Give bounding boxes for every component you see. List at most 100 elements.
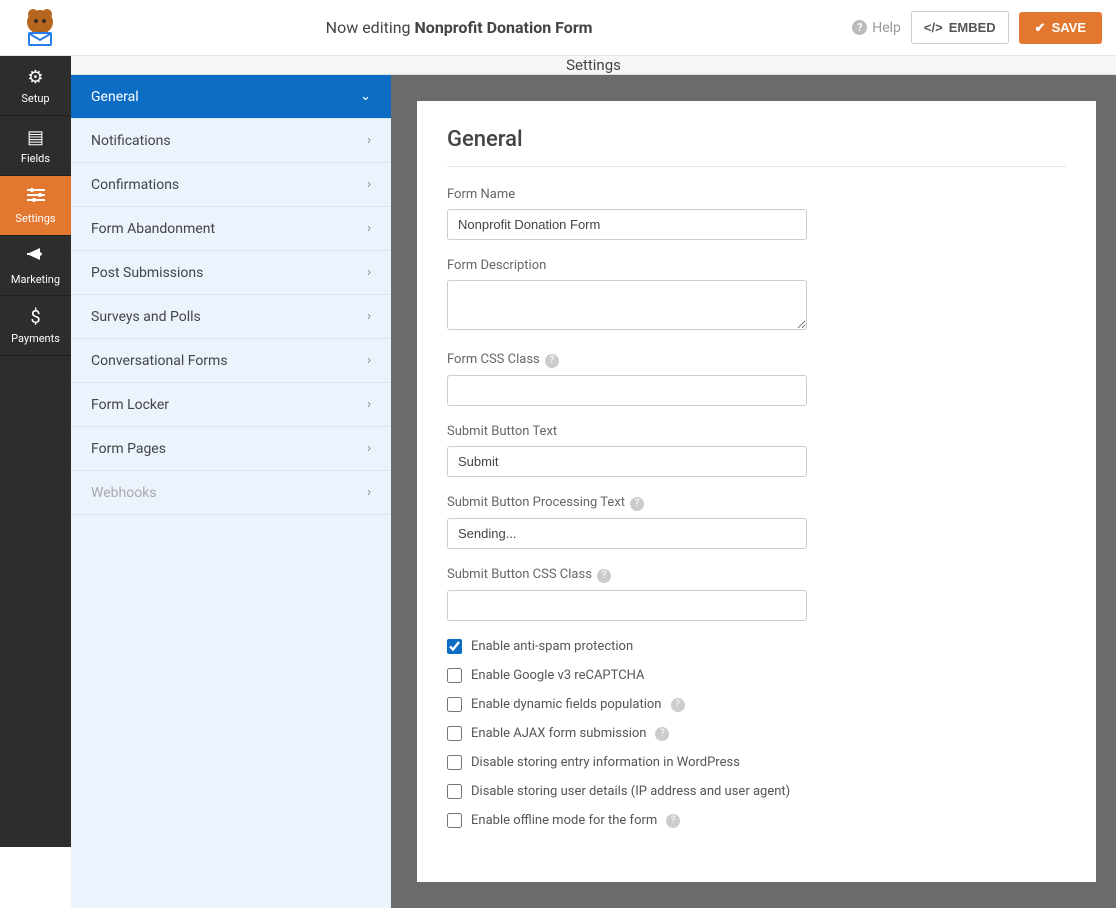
help-icon[interactable]: ? [597, 569, 611, 583]
chevron-right-icon: › [367, 177, 371, 192]
help-label: Help [872, 20, 901, 36]
input-submit-text[interactable] [447, 446, 807, 477]
app-logo [14, 6, 66, 50]
help-icon[interactable]: ? [671, 698, 685, 712]
help-icon[interactable]: ? [666, 814, 680, 828]
editing-title: Now editing Nonprofit Donation Form [66, 18, 852, 37]
sp-conversational[interactable]: Conversational Forms › [71, 339, 391, 383]
chevron-right-icon: › [367, 221, 371, 236]
check-label: Disable storing entry information in Wor… [471, 755, 740, 770]
check-ajax: Enable AJAX form submission ? [447, 726, 1066, 741]
help-icon: ? [852, 20, 867, 35]
nav-rail: ⚙ Setup ▤ Fields Settings Marketing $ Pa… [0, 56, 71, 847]
nav-label: Marketing [11, 273, 60, 286]
nav-settings[interactable]: Settings [0, 176, 71, 236]
sp-notifications[interactable]: Notifications › [71, 119, 391, 163]
field-form-name: Form Name [447, 187, 1066, 240]
checkbox-offline[interactable] [447, 813, 462, 828]
check-label: Enable AJAX form submission [471, 726, 646, 741]
label-submit-text: Submit Button Text [447, 424, 1066, 439]
check-dynamic-fields: Enable dynamic fields population ? [447, 697, 1066, 712]
check-disable-userdetails: Disable storing user details (IP address… [447, 784, 1066, 799]
nav-label: Payments [11, 332, 60, 345]
input-form-description[interactable] [447, 280, 807, 330]
check-label: Enable offline mode for the form [471, 813, 657, 828]
help-icon[interactable]: ? [545, 354, 559, 368]
chevron-right-icon: › [367, 265, 371, 280]
field-submit-text: Submit Button Text [447, 424, 1066, 477]
body: ⚙ Setup ▤ Fields Settings Marketing $ Pa… [0, 56, 1116, 847]
sp-general[interactable]: General ⌄ [71, 75, 391, 119]
sp-label: General [91, 89, 139, 105]
chevron-down-icon: ⌄ [360, 89, 371, 104]
nav-setup[interactable]: ⚙ Setup [0, 56, 71, 116]
check-disable-entry: Disable storing entry information in Wor… [447, 755, 1066, 770]
sp-form-locker[interactable]: Form Locker › [71, 383, 391, 427]
help-icon[interactable]: ? [630, 497, 644, 511]
input-submit-css[interactable] [447, 590, 807, 621]
sp-form-pages[interactable]: Form Pages › [71, 427, 391, 471]
input-form-name[interactable] [447, 209, 807, 240]
label-form-css: Form CSS Class? [447, 352, 1066, 368]
settings-card: General Form Name Form Description Form … [417, 101, 1096, 882]
main: Settings General ⌄ Notifications › Confi… [71, 56, 1116, 847]
sp-post-submissions[interactable]: Post Submissions › [71, 251, 391, 295]
megaphone-icon [26, 246, 46, 269]
save-button[interactable]: ✔ SAVE [1019, 12, 1102, 44]
nav-payments[interactable]: $ Payments [0, 296, 71, 356]
sp-label: Surveys and Polls [91, 309, 201, 325]
label-submit-css: Submit Button CSS Class? [447, 567, 1066, 583]
nav-fields[interactable]: ▤ Fields [0, 116, 71, 176]
checkbox-dynamic-fields[interactable] [447, 697, 462, 712]
sp-label: Form Abandonment [91, 221, 215, 237]
check-antispam: Enable anti-spam protection [447, 639, 1066, 654]
check-recaptcha: Enable Google v3 reCAPTCHA [447, 668, 1066, 683]
nav-label: Settings [15, 212, 55, 225]
checkbox-disable-entry[interactable] [447, 755, 462, 770]
field-submit-processing: Submit Button Processing Text? [447, 495, 1066, 549]
settings-side-panel: General ⌄ Notifications › Confirmations … [71, 75, 391, 908]
gear-icon: ⚙ [27, 67, 43, 88]
fields-icon: ▤ [27, 127, 44, 148]
input-submit-processing[interactable] [447, 518, 807, 549]
settings-header: Settings [71, 56, 1116, 75]
checkbox-ajax[interactable] [447, 726, 462, 741]
sp-form-abandonment[interactable]: Form Abandonment › [71, 207, 391, 251]
columns: General ⌄ Notifications › Confirmations … [71, 75, 1116, 908]
sp-surveys-polls[interactable]: Surveys and Polls › [71, 295, 391, 339]
field-submit-css: Submit Button CSS Class? [447, 567, 1066, 621]
sp-label: Form Locker [91, 397, 169, 413]
sp-label: Confirmations [91, 177, 179, 193]
sp-label: Notifications [91, 133, 171, 149]
save-label: SAVE [1052, 20, 1086, 35]
checkbox-antispam[interactable] [447, 639, 462, 654]
code-icon: </> [924, 20, 943, 35]
topbar: Now editing Nonprofit Donation Form ? He… [0, 0, 1116, 56]
checkbox-recaptcha[interactable] [447, 668, 462, 683]
embed-label: EMBED [949, 20, 996, 35]
input-form-css[interactable] [447, 375, 807, 406]
chevron-right-icon: › [367, 441, 371, 456]
content-area: General Form Name Form Description Form … [391, 75, 1116, 908]
check-offline: Enable offline mode for the form ? [447, 813, 1066, 828]
field-form-description: Form Description [447, 258, 1066, 334]
embed-button[interactable]: </> EMBED [911, 11, 1009, 44]
label-submit-processing: Submit Button Processing Text? [447, 495, 1066, 511]
check-icon: ✔ [1035, 20, 1046, 36]
chevron-right-icon: › [367, 133, 371, 148]
chevron-right-icon: › [367, 309, 371, 324]
sp-label: Post Submissions [91, 265, 203, 281]
nav-marketing[interactable]: Marketing [0, 236, 71, 296]
dollar-icon: $ [30, 307, 40, 328]
check-label: Enable Google v3 reCAPTCHA [471, 668, 645, 683]
field-form-css: Form CSS Class? [447, 352, 1066, 406]
help-link[interactable]: ? Help [852, 20, 901, 36]
chevron-right-icon: › [367, 485, 371, 500]
sp-webhooks[interactable]: Webhooks › [71, 471, 391, 515]
chevron-right-icon: › [367, 397, 371, 412]
help-icon[interactable]: ? [655, 727, 669, 741]
label-form-name: Form Name [447, 187, 1066, 202]
checkbox-disable-userdetails[interactable] [447, 784, 462, 799]
topbar-actions: ? Help </> EMBED ✔ SAVE [852, 11, 1102, 44]
sp-confirmations[interactable]: Confirmations › [71, 163, 391, 207]
